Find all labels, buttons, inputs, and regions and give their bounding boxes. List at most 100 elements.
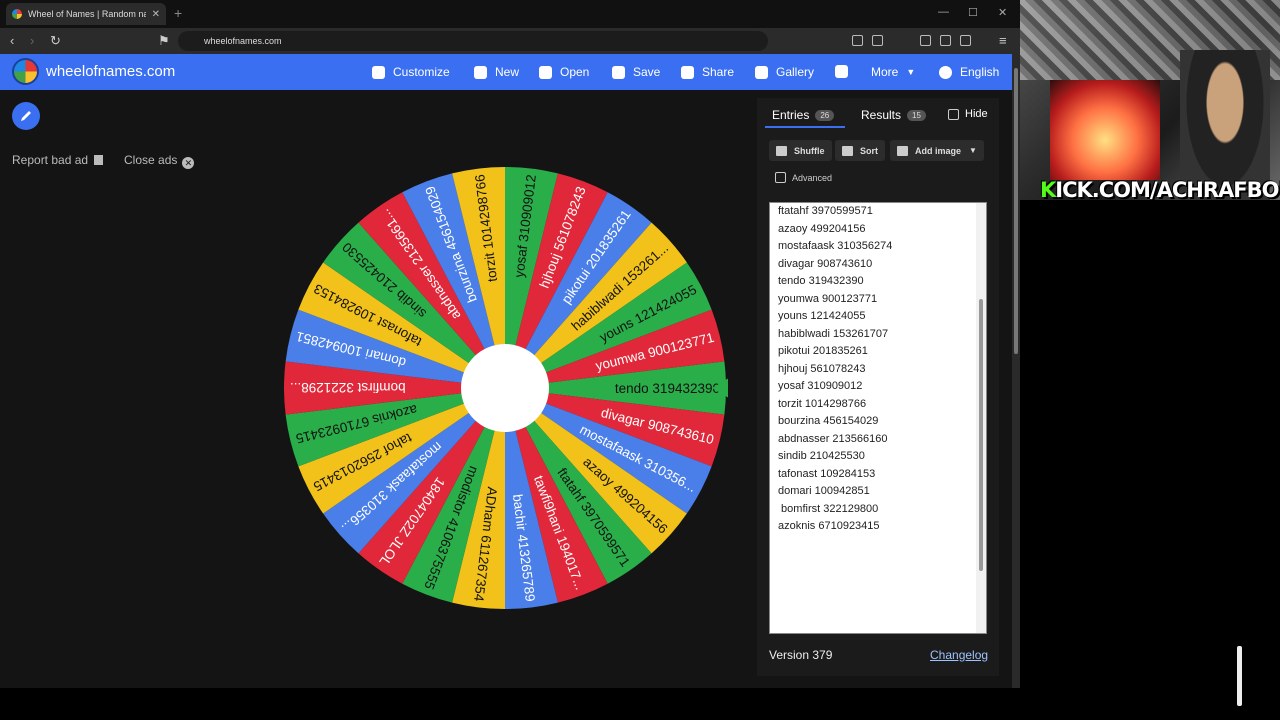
customize-button[interactable]: Customize (372, 65, 450, 79)
page-scrollbar[interactable] (1012, 54, 1020, 688)
entry-line: sindib 210425530 (778, 450, 865, 462)
close-ads-label: Close ads (124, 153, 178, 167)
entry-line: torzit 1014298766 (778, 397, 867, 410)
wheel-center[interactable] (461, 344, 549, 432)
save-button[interactable]: Save (612, 65, 660, 79)
wallet-icon[interactable] (920, 35, 931, 46)
tabs-icon[interactable] (940, 35, 951, 46)
share-label: Share (702, 65, 735, 79)
shuffle-icon (776, 145, 787, 156)
entry-line: abdnasser 213566160 (778, 432, 888, 445)
entry-line: youmwa 900123771 (778, 292, 878, 305)
back-icon[interactable]: ‹ (10, 33, 14, 48)
entry-line: yosaf 310909012 (778, 380, 863, 392)
minimize-icon[interactable]: — (938, 6, 949, 18)
edit-button[interactable] (12, 102, 40, 130)
shuffle-button[interactable]: Shuffle (769, 140, 832, 161)
address-bar[interactable]: wheelofnames.com (178, 31, 768, 51)
close-tab-icon[interactable]: ✕ (152, 9, 160, 20)
hide-checkbox[interactable] (948, 108, 959, 120)
bookmark-icon[interactable]: ⚑ (158, 33, 170, 49)
flag-icon (94, 155, 104, 165)
changelog-link[interactable]: Changelog (930, 648, 988, 662)
language-label: English (960, 65, 1000, 79)
entries-scrollbar[interactable] (976, 203, 986, 633)
browser-tab[interactable]: Wheel of Names | Random name ✕ (6, 3, 166, 25)
report-ad-link[interactable]: Report bad ad (12, 153, 104, 167)
close-window-icon[interactable]: ✕ (998, 6, 1007, 19)
save-label: Save (633, 65, 661, 79)
name-wheel[interactable]: tendo 319432390divagar 908743610mostafaa… (284, 166, 728, 610)
image-icon (897, 145, 908, 156)
tab-entries[interactable]: Entries 26 (772, 108, 835, 122)
hide-toggle[interactable]: Hide (948, 108, 988, 120)
entry-line: azaoy 499204156 (778, 222, 866, 235)
share-icon (681, 65, 694, 79)
kick-channel-text: ICK.COM/ACHRAFBOU.6 (1055, 178, 1280, 202)
advanced-toggle[interactable]: Advanced (775, 172, 832, 183)
new-button[interactable]: New (474, 65, 519, 79)
advanced-label: Advanced (792, 172, 833, 183)
open-button[interactable]: Open (539, 65, 589, 79)
shuffle-label: Shuffle (794, 145, 825, 156)
maximize-icon[interactable]: ☐ (968, 6, 978, 19)
url-text: wheelofnames.com (204, 36, 282, 46)
entries-count-badge: 26 (815, 109, 835, 121)
entry-line: pikotui 201835261 (778, 345, 868, 357)
file-icon (474, 65, 487, 79)
folder-icon (539, 65, 552, 79)
fire-poster (1050, 80, 1160, 180)
results-tab-label: Results (861, 108, 902, 122)
more-button[interactable]: More ▼ (871, 65, 915, 79)
language-button[interactable]: English (939, 65, 999, 79)
add-image-label: Add image (915, 145, 962, 156)
sort-label: Sort (860, 145, 878, 156)
forward-icon[interactable]: › (30, 33, 34, 48)
entry-line: hjhouj 561078243 (778, 362, 866, 375)
close-ads-link[interactable]: Close ads ✕ (124, 153, 195, 169)
browser-window: Wheel of Names | Random name ✕ + — ☐ ✕ ‹… (0, 0, 1020, 688)
fullscreen-button[interactable] (835, 65, 856, 78)
new-tab-icon[interactable]: + (174, 5, 182, 21)
fullscreen-icon (835, 65, 848, 78)
customize-label: Customize (393, 65, 450, 79)
tab-results[interactable]: Results 15 (861, 108, 926, 122)
wheel-slice-label: tendo 319432390 (615, 381, 720, 396)
advanced-checkbox[interactable] (775, 172, 786, 183)
close-icon: ✕ (182, 157, 195, 169)
palette-icon (372, 65, 385, 79)
wheel-slice-label: bomfirst 3221298... (290, 380, 406, 395)
favicon-icon (12, 9, 22, 19)
open-label: Open (560, 65, 590, 79)
webcam-overlay (1020, 0, 1280, 200)
entry-line: habiblwadi 153261707 (778, 327, 889, 340)
tab-title: Wheel of Names | Random name (28, 9, 146, 19)
report-ad-label: Report bad ad (12, 153, 89, 167)
menu-icon[interactable]: ≡ (999, 33, 1007, 48)
entry-line: azoknis 6710923415 (778, 520, 880, 532)
version-text: Version 379 (769, 648, 833, 662)
save-icon (612, 65, 625, 79)
scrollbar-thumb[interactable] (979, 299, 983, 571)
globe-icon (939, 65, 952, 79)
wheel-logo-icon[interactable] (12, 58, 39, 85)
kick-channel-label: KICK.COM/ACHRAFBOU.6 (1040, 178, 1280, 202)
entries-list: ftatahf 3970599571 azaoy 499204156 mostafa… (778, 204, 892, 537)
app-header: wheelofnames.com Customize New Open Save… (0, 54, 1012, 90)
chevron-down-icon: ▼ (969, 146, 977, 155)
results-count-badge: 15 (907, 109, 926, 121)
page-scrollbar-thumb[interactable] (1014, 68, 1018, 354)
light-bar (1237, 646, 1242, 706)
site-name[interactable]: wheelofnames.com (46, 63, 175, 80)
share-button[interactable]: Share (681, 65, 734, 79)
entry-line: domari 100942851 (778, 485, 870, 497)
reload-icon[interactable]: ↻ (50, 33, 61, 49)
extensions-icon[interactable] (852, 35, 863, 46)
add-image-button[interactable]: Add image ▼ (890, 140, 984, 161)
entries-textarea[interactable]: ftatahf 3970599571 azaoy 499204156 mostafa… (769, 202, 987, 634)
sort-button[interactable]: Sort (835, 140, 885, 161)
entry-line: tafonast 109284153 (778, 467, 876, 480)
gallery-button[interactable]: Gallery (755, 65, 814, 79)
leo-icon[interactable] (960, 35, 971, 46)
sidebar-icon[interactable] (872, 35, 883, 46)
